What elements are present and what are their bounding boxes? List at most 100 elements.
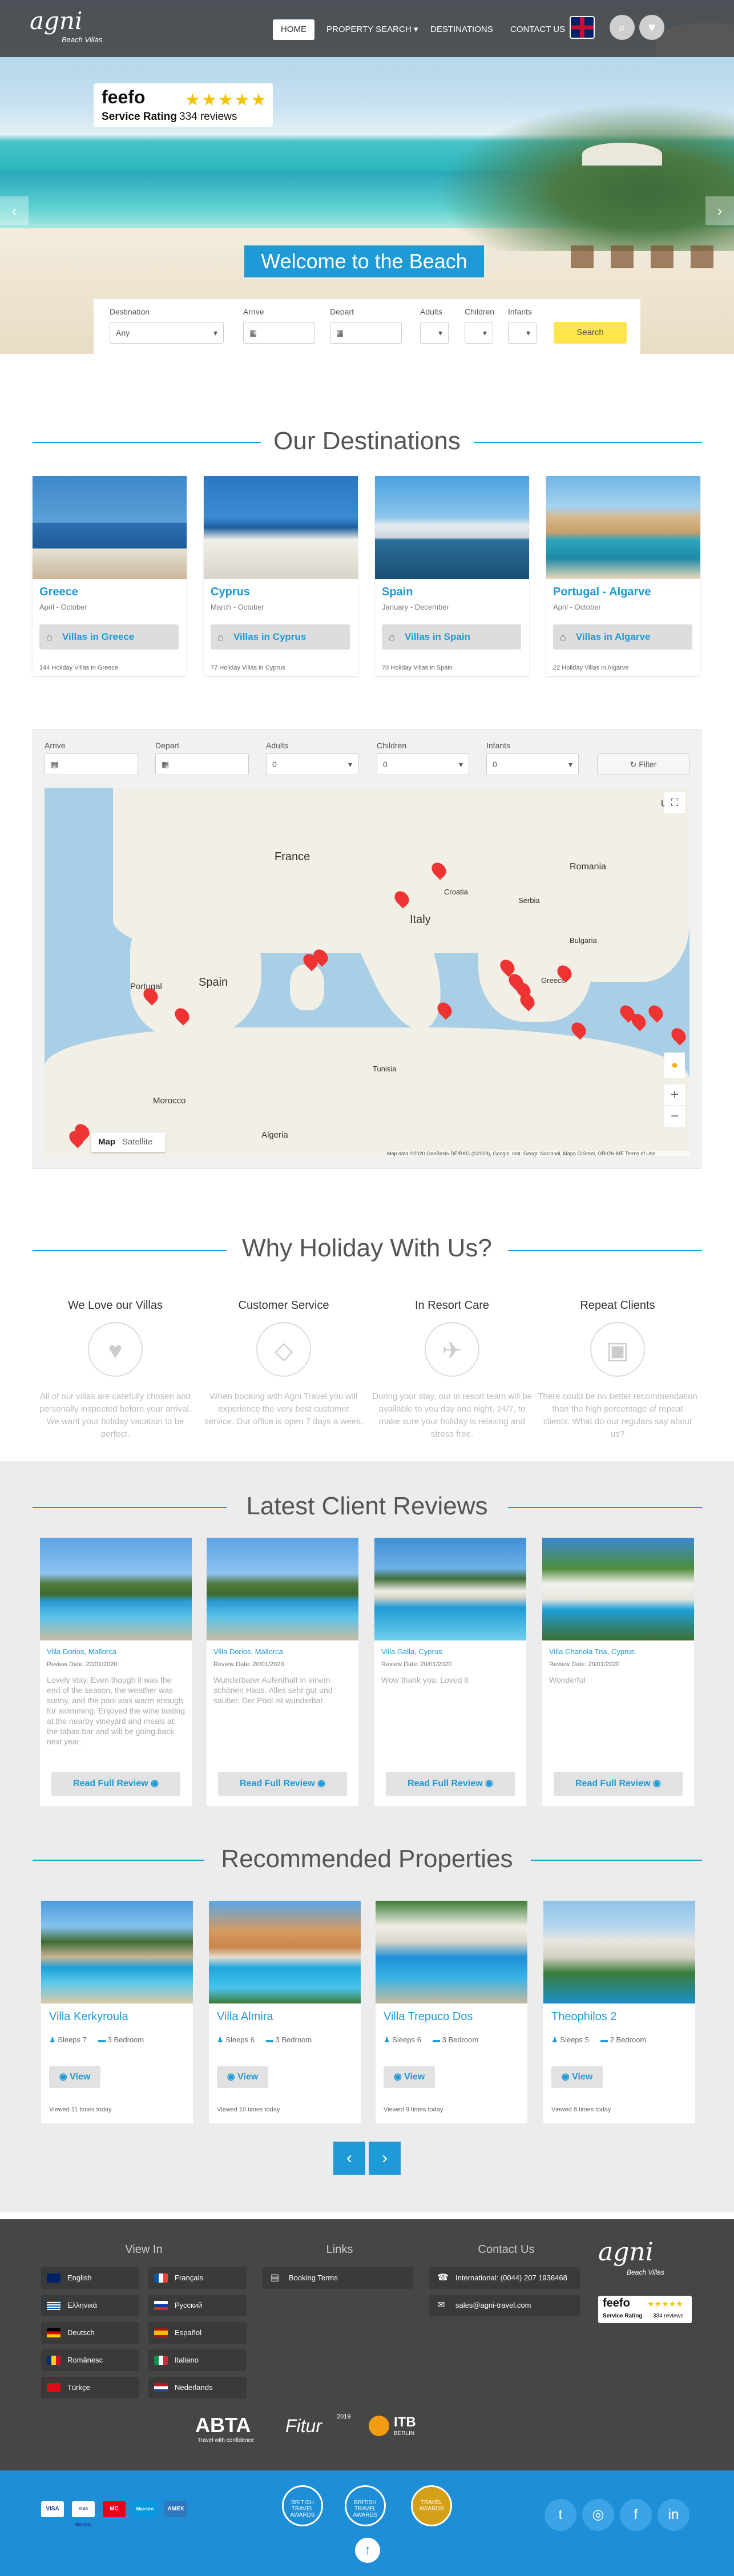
- destination-season: April - October: [39, 603, 87, 611]
- zoom-in-button[interactable]: +: [664, 1085, 685, 1105]
- map-pin[interactable]: [668, 1025, 689, 1046]
- language-italian[interactable]: Italiano: [148, 2349, 247, 2371]
- filter-button[interactable]: ↻ Filter: [597, 753, 689, 775]
- map-adults-select[interactable]: 0 ▾: [266, 753, 358, 775]
- property-card[interactable]: Villa Kerkyroula ♟ Sleeps 7 ▬ 3 Bedroom …: [41, 1901, 193, 2123]
- review-villa[interactable]: Villa Dorios, Mallorca: [213, 1647, 283, 1656]
- flag-icon: [47, 2301, 61, 2310]
- phone-icon: ☎: [437, 2273, 449, 2283]
- language-label: English: [67, 2273, 92, 2282]
- search-icon[interactable]: ⌕: [610, 15, 635, 40]
- nav-destinations[interactable]: DESTINATIONS: [422, 19, 501, 40]
- map-tab[interactable]: Map: [91, 1137, 122, 1147]
- language-russian[interactable]: Русский: [148, 2295, 247, 2316]
- language-english[interactable]: English: [41, 2267, 139, 2289]
- sleeps: ♟ Sleeps 7: [49, 2035, 87, 2045]
- logo[interactable]: agni: [30, 7, 82, 35]
- bed-icon: ▬: [98, 2035, 108, 2044]
- destination-card[interactable]: Greece April - October ⌂ Villas in Greece…: [33, 476, 187, 676]
- read-review-label: Read Full Review: [575, 1779, 651, 1788]
- twitter-icon[interactable]: t: [545, 2499, 576, 2531]
- language-dutch[interactable]: Nederlands: [148, 2377, 247, 2398]
- property-card[interactable]: Villa Trepuco Dos ♟ Sleeps 6 ▬ 3 Bedroom…: [376, 1901, 527, 2123]
- read-review-button[interactable]: Read Full Review ◉: [386, 1772, 515, 1796]
- review-villa[interactable]: Villa Dorios, Mallorca: [47, 1647, 116, 1656]
- search-button[interactable]: Search: [554, 322, 627, 344]
- satellite-tab[interactable]: Satellite: [122, 1137, 152, 1147]
- phone-link[interactable]: ☎ International: (0044) 207 1936468: [429, 2267, 580, 2289]
- arrive-input[interactable]: ▦: [243, 322, 315, 344]
- property-card[interactable]: Villa Almira ♟ Sleeps 6 ▬ 3 Bedroom ◉ Vi…: [209, 1901, 361, 2123]
- language-label: Românesc: [67, 2356, 103, 2364]
- destination-card[interactable]: Spain January - December ⌂ Villas in Spai…: [375, 476, 529, 676]
- why-heading: We Love our Villas: [67, 1299, 163, 1312]
- facebook-icon[interactable]: f: [620, 2499, 652, 2531]
- review-villa[interactable]: Villa Chariola Tria, Cyprus: [549, 1647, 635, 1656]
- feefo-badge[interactable]: feefo ★★★★★ Service Rating 334 reviews: [94, 83, 273, 127]
- destination-card[interactable]: Cyprus March - October ⌂ Villas in Cyprus…: [204, 476, 358, 676]
- footer-feefo-badge[interactable]: feefo ★★★★★ Service Rating 334 reviews: [598, 2296, 692, 2323]
- language-romanian[interactable]: Românesc: [41, 2349, 139, 2371]
- view-button[interactable]: ◉ View: [217, 2066, 268, 2088]
- language-spanish[interactable]: Español: [148, 2322, 247, 2344]
- zoom-out-button[interactable]: −: [664, 1106, 685, 1127]
- language-turkish[interactable]: Türkçe: [41, 2377, 139, 2398]
- view-button[interactable]: ◉ View: [551, 2066, 603, 2088]
- adults-select[interactable]: ▾: [420, 322, 449, 344]
- instagram-icon[interactable]: ◎: [582, 2499, 614, 2531]
- map-arrive-input[interactable]: ▦: [45, 753, 138, 775]
- read-review-button[interactable]: Read Full Review ◉: [554, 1772, 683, 1796]
- flag-icon: [47, 2356, 61, 2365]
- property-name[interactable]: Villa Almira: [217, 2010, 273, 2023]
- bedrooms-value: 3 Bedroom: [442, 2035, 479, 2044]
- map-children-select[interactable]: 0 ▾: [377, 753, 469, 775]
- footer-logo[interactable]: agni: [598, 2238, 654, 2267]
- language-german[interactable]: Deutsch: [41, 2322, 139, 2344]
- booking-terms-link[interactable]: ▤ Booking Terms: [263, 2267, 413, 2289]
- language-greek[interactable]: Ελληνικά: [41, 2295, 139, 2316]
- property-card[interactable]: Theophilos 2 ♟ Sleeps 5 ▬ 2 Bedroom ◉ Vi…: [543, 1901, 695, 2123]
- language-french[interactable]: Français: [148, 2267, 247, 2289]
- nav-home[interactable]: HOME: [273, 19, 314, 40]
- language-label: Español: [175, 2328, 201, 2337]
- villas-button[interactable]: ⌂ Villas in Greece: [39, 624, 179, 650]
- nav-contact-us[interactable]: CONTACT US: [502, 19, 573, 40]
- read-review-button[interactable]: Read Full Review ◉: [218, 1772, 347, 1796]
- next-page-button[interactable]: ›: [369, 2142, 401, 2175]
- map-depart-input[interactable]: ▦: [155, 753, 249, 775]
- infants-select[interactable]: ▾: [508, 322, 537, 344]
- read-review-button[interactable]: Read Full Review ◉: [51, 1772, 180, 1796]
- villas-button[interactable]: ⌂ Villas in Spain: [382, 624, 521, 650]
- uk-flag-icon[interactable]: [570, 16, 595, 39]
- prev-page-button[interactable]: ‹: [333, 2142, 365, 2175]
- depart-input[interactable]: ▦: [330, 322, 402, 344]
- travel-award-badge: BRITISH TRAVEL AWARDS: [345, 2485, 386, 2526]
- slider-next-button[interactable]: ›: [705, 196, 734, 225]
- linkedin-icon[interactable]: in: [658, 2499, 689, 2531]
- eye-icon: ◉: [227, 2072, 238, 2082]
- map[interactable]: France Spain Portugal Italy Greece Roman…: [45, 788, 689, 1158]
- street-view-icon[interactable]: ●: [664, 1053, 685, 1078]
- review-image: [207, 1538, 358, 1640]
- villas-button[interactable]: ⌂ Villas in Cyprus: [211, 624, 350, 650]
- email-link[interactable]: ✉ sales@agni-travel.com: [429, 2295, 580, 2316]
- property-name[interactable]: Villa Trepuco Dos: [384, 2010, 473, 2023]
- destination-card[interactable]: Portugal - Algarve April - October ⌂ Vill…: [546, 476, 700, 676]
- fullscreen-icon[interactable]: ⛶: [664, 792, 685, 813]
- children-select[interactable]: ▾: [465, 322, 493, 344]
- feefo-reviews: 334 reviews: [179, 111, 237, 123]
- destination-select[interactable]: Any ▾: [110, 322, 224, 344]
- property-name[interactable]: Villa Kerkyroula: [49, 2010, 128, 2023]
- destination-name: Portugal - Algarve: [553, 586, 651, 598]
- nav-property-search[interactable]: PROPERTY SEARCH ▾: [318, 19, 426, 40]
- back-to-top-button[interactable]: ↑: [355, 2538, 380, 2563]
- view-button[interactable]: ◉ View: [384, 2066, 435, 2088]
- heart-icon[interactable]: ♥: [639, 15, 664, 40]
- review-villa[interactable]: Villa Galla, Cyprus: [381, 1647, 442, 1656]
- property-name[interactable]: Theophilos 2: [551, 2010, 617, 2023]
- slider-prev-button[interactable]: ‹: [0, 196, 29, 225]
- map-pin[interactable]: [646, 1002, 666, 1023]
- map-infants-select[interactable]: 0 ▾: [486, 753, 579, 775]
- view-button[interactable]: ◉ View: [49, 2066, 100, 2088]
- villas-button[interactable]: ⌂ Villas in Algarve: [553, 624, 692, 650]
